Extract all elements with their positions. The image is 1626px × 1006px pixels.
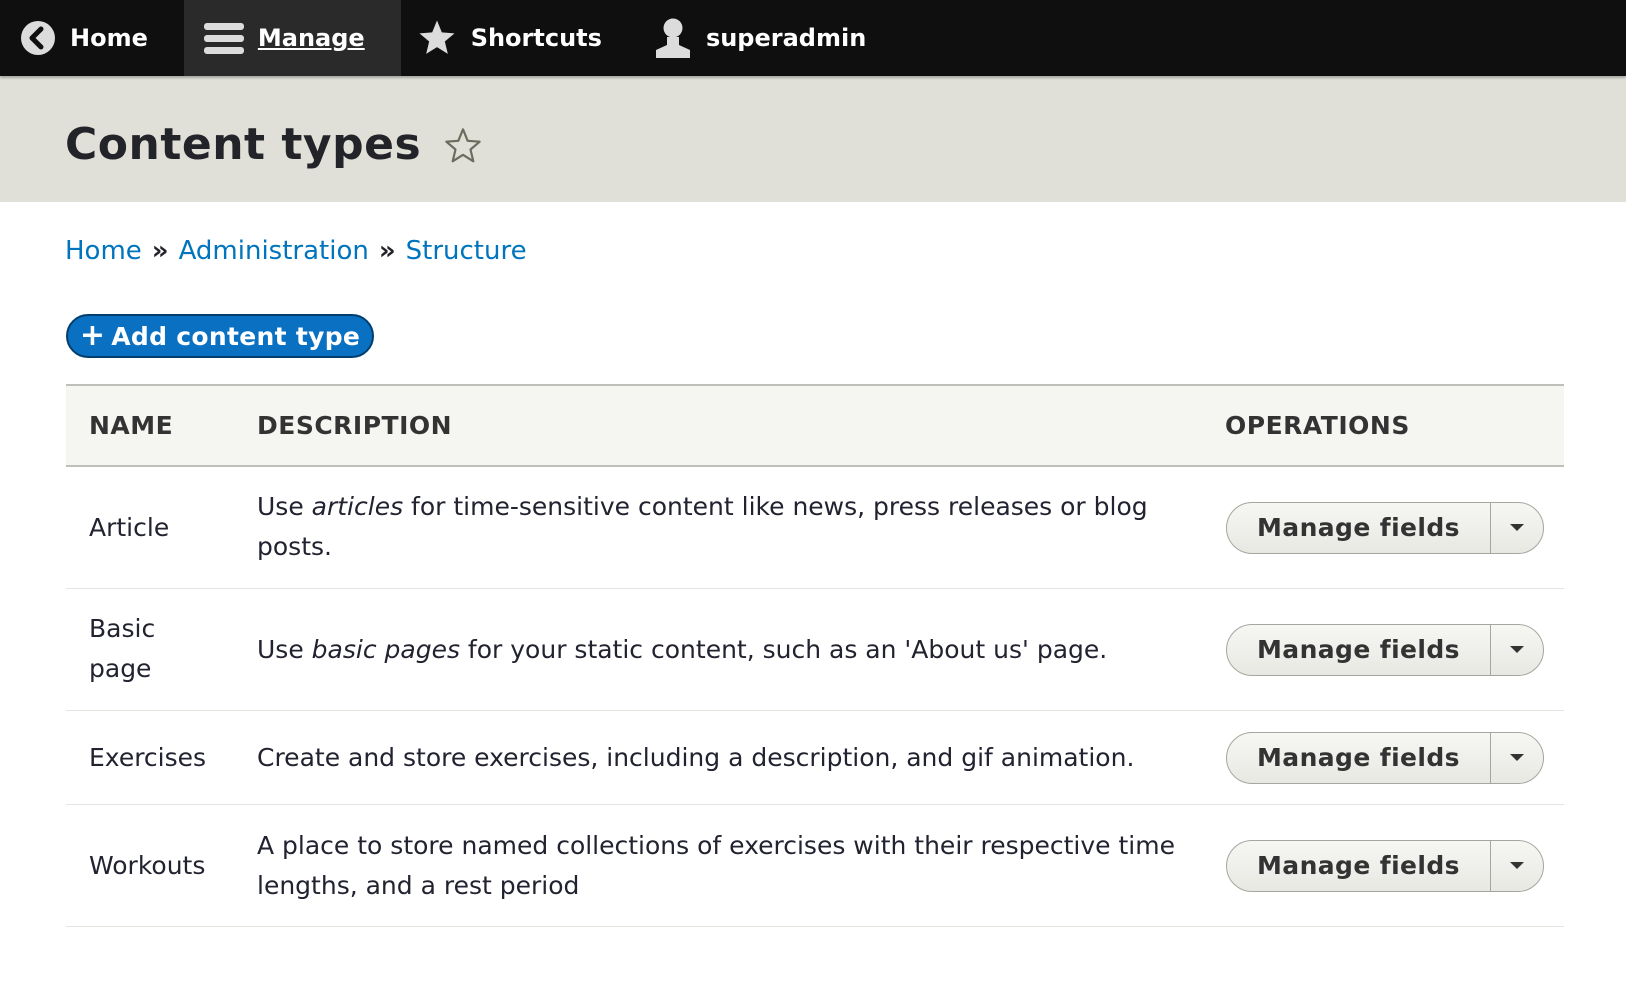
toolbar-home-link[interactable]: Home [0, 0, 184, 76]
add-content-type-button[interactable]: + Add content type [66, 314, 374, 358]
toolbar-shortcuts-label: Shortcuts [470, 24, 602, 52]
page-title: Content types [65, 118, 422, 170]
dropbutton-toggle[interactable] [1491, 503, 1543, 553]
row-description: Use basic pages for your static content,… [257, 635, 1108, 664]
row-description: A place to store named collections of ex… [257, 831, 1175, 900]
table-row: Exercises Create and store exercises, in… [66, 711, 1564, 805]
operations-dropbutton: Manage fields [1226, 840, 1544, 892]
header-description: DESCRIPTION [257, 411, 453, 440]
content-types-table: NAME DESCRIPTION OPERATIONS Article Use … [66, 384, 1564, 927]
user-icon [654, 17, 692, 59]
manage-fields-button[interactable]: Manage fields [1227, 841, 1491, 891]
toolbar-manage-link[interactable]: Manage [183, 0, 401, 76]
row-operations: Manage fields [1226, 840, 1544, 892]
breadcrumb: Home » Administration » Structure [65, 236, 527, 266]
manage-fields-button[interactable]: Manage fields [1227, 733, 1491, 783]
toolbar-user-label: superadmin [705, 24, 867, 52]
add-content-type-label: Add content type [111, 321, 361, 351]
caret-down-icon [1510, 862, 1524, 869]
row-name: Basic page [89, 614, 156, 683]
table-header: NAME DESCRIPTION OPERATIONS [66, 384, 1564, 467]
row-name: Workouts [89, 851, 206, 880]
row-operations: Manage fields [1226, 502, 1544, 554]
table-row: Workouts A place to store named collecti… [66, 805, 1564, 927]
row-operations: Manage fields [1226, 732, 1544, 784]
dropbutton-toggle[interactable] [1491, 841, 1543, 891]
caret-down-icon [1510, 524, 1524, 531]
row-description: Create and store exercises, including a … [257, 743, 1135, 772]
row-name: Exercises [89, 743, 207, 772]
row-description: Use articles for time-sensitive content … [257, 492, 1148, 561]
header-operations: OPERATIONS [1225, 411, 1410, 440]
manage-fields-button[interactable]: Manage fields [1227, 503, 1491, 553]
breadcrumb-separator: » [151, 236, 169, 266]
table-row: Basic page Use basic pages for your stat… [66, 589, 1564, 711]
operations-dropbutton: Manage fields [1226, 732, 1544, 784]
breadcrumb-administration[interactable]: Administration [179, 236, 369, 266]
caret-down-icon [1510, 754, 1524, 761]
toolbar-shortcuts-link[interactable]: Shortcuts [401, 0, 634, 76]
toolbar-user-link[interactable]: superadmin [634, 0, 886, 76]
dropbutton-toggle[interactable] [1491, 733, 1543, 783]
caret-down-icon [1510, 646, 1524, 653]
page-header: Content types [0, 76, 1626, 202]
star-icon [417, 18, 457, 58]
breadcrumb-structure[interactable]: Structure [406, 236, 527, 266]
plus-icon: + [79, 318, 106, 353]
add-shortcut-star-icon[interactable] [443, 126, 483, 166]
row-operations: Manage fields [1226, 624, 1544, 676]
table-row: Article Use articles for time-sensitive … [66, 467, 1564, 589]
toolbar-home-label: Home [70, 24, 148, 52]
hamburger-menu-icon [203, 20, 244, 56]
header-name: NAME [89, 411, 174, 440]
toolbar-manage-label: Manage [257, 24, 365, 52]
operations-dropbutton: Manage fields [1226, 502, 1544, 554]
breadcrumb-home[interactable]: Home [65, 236, 142, 266]
row-name: Article [89, 513, 170, 542]
manage-fields-button[interactable]: Manage fields [1227, 625, 1491, 675]
operations-dropbutton: Manage fields [1226, 624, 1544, 676]
back-arrow-icon [20, 20, 56, 56]
dropbutton-toggle[interactable] [1491, 625, 1543, 675]
admin-toolbar: Home Manage Shortcuts superadmin [0, 0, 1626, 76]
breadcrumb-separator: » [378, 236, 396, 266]
